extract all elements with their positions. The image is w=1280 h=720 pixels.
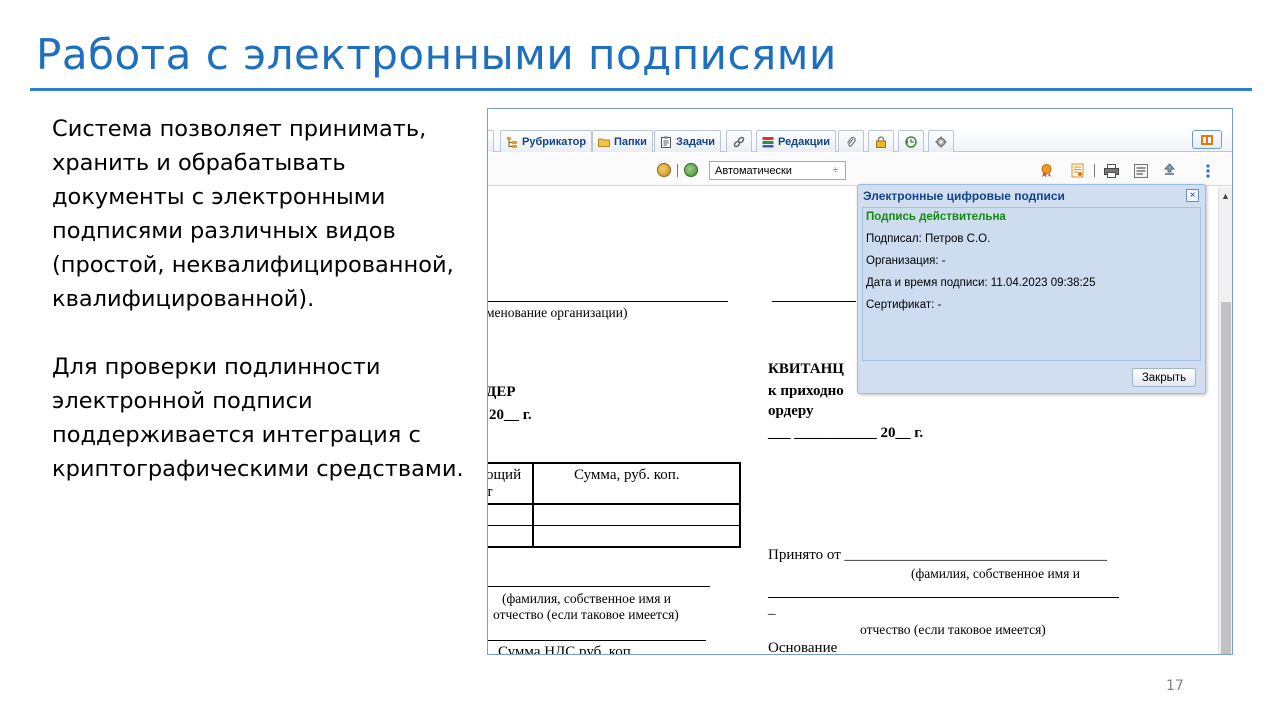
vat-line: Сумма НДС руб. коп. bbox=[498, 644, 635, 655]
body-line: (простой, неквалифицированной, bbox=[52, 252, 454, 278]
app-screenshot: Рубрикатор Папки Задачи Редакции Автомат… bbox=[487, 108, 1233, 655]
certificate: Сертификат: - bbox=[866, 299, 942, 311]
tree-icon bbox=[506, 136, 518, 148]
tab-attachments[interactable] bbox=[838, 130, 864, 152]
link-icon bbox=[733, 136, 745, 148]
receipt-title: КВИТАНЦ bbox=[768, 361, 844, 377]
signature-badge-icon[interactable] bbox=[1039, 163, 1054, 178]
tab-history[interactable] bbox=[898, 130, 924, 152]
zoom-value: Автоматически bbox=[715, 164, 792, 177]
tab-label: Рубрикатор bbox=[522, 135, 587, 148]
table-header: т bbox=[488, 484, 493, 501]
paperclip-icon bbox=[845, 136, 857, 148]
receipt-date: ___ ___________ 20__ г. bbox=[768, 425, 924, 441]
basis-label: Основание bbox=[768, 640, 838, 655]
vertical-scrollbar[interactable]: ▲ bbox=[1218, 187, 1232, 654]
slide-body: Система позволяет принимать, хранить и о… bbox=[52, 112, 482, 486]
layout-toggle-button[interactable] bbox=[1192, 130, 1222, 149]
signature-status: Подпись действительна bbox=[866, 211, 1006, 223]
folder-icon bbox=[598, 136, 610, 148]
scroll-up-icon[interactable]: ▲ bbox=[1221, 191, 1230, 201]
scrollbar-thumb[interactable] bbox=[1221, 302, 1231, 654]
underscore-mark: _ bbox=[768, 601, 776, 617]
received-caption: отчество (если таковое имеется) bbox=[860, 622, 1046, 637]
table-divider bbox=[488, 503, 739, 505]
underline bbox=[488, 301, 728, 302]
signer: Подписал: Петров С.О. bbox=[866, 233, 991, 245]
tab-access[interactable] bbox=[868, 130, 894, 152]
signature-panel: Электронные цифровые подписи × Подпись д… bbox=[857, 184, 1206, 394]
amount-table: ощий т Сумма, руб. коп. bbox=[488, 462, 741, 548]
tab-settings[interactable] bbox=[928, 130, 954, 152]
zoom-out-icon[interactable] bbox=[657, 163, 671, 177]
body-line: подписями различных видов bbox=[52, 218, 396, 244]
clipboard-icon bbox=[660, 136, 672, 148]
close-button[interactable]: Закрыть bbox=[1132, 368, 1196, 387]
underline bbox=[488, 640, 706, 641]
history-icon bbox=[905, 135, 917, 148]
tab-rubricator[interactable]: Рубрикатор bbox=[500, 130, 593, 152]
organization: Организация: - bbox=[866, 255, 946, 267]
tab-folders[interactable]: Папки bbox=[592, 130, 653, 152]
viewer-toolbar: Автоматически ÷ bbox=[488, 153, 1232, 186]
tab-partial[interactable] bbox=[488, 130, 494, 152]
tab-label: Папки bbox=[614, 135, 647, 148]
table-header: Сумма, руб. коп. bbox=[574, 467, 680, 483]
fio-caption: (фамилия, собственное имя и bbox=[502, 591, 672, 606]
tab-label: Задачи bbox=[676, 135, 715, 148]
text-layer-icon[interactable] bbox=[1133, 163, 1148, 178]
print-icon[interactable] bbox=[1104, 163, 1119, 178]
zoom-in-icon[interactable] bbox=[684, 163, 698, 177]
underline bbox=[768, 597, 1119, 598]
page-number: 17 bbox=[1166, 678, 1184, 694]
signature-datetime: Дата и время подписи: 11.04.2023 09:38:2… bbox=[866, 277, 1096, 289]
navigate-icon[interactable] bbox=[1162, 163, 1177, 178]
table-divider bbox=[532, 464, 534, 546]
certificate-icon[interactable] bbox=[1070, 163, 1085, 178]
title-rule bbox=[30, 88, 1252, 91]
signature-details: Подпись действительна Подписал: Петров С… bbox=[862, 207, 1201, 361]
body-line: квалифицированной). bbox=[52, 286, 315, 312]
toolbar-separator bbox=[677, 164, 678, 177]
org-caption: менование организации) bbox=[488, 305, 628, 320]
panel-title: Электронные цифровые подписи bbox=[863, 188, 1065, 203]
body-line: криптографическими средствами. bbox=[52, 456, 464, 482]
tab-tasks[interactable]: Задачи bbox=[654, 130, 721, 152]
table-divider bbox=[488, 525, 739, 526]
body-line: Для проверки подлинности bbox=[52, 354, 381, 380]
zoom-select[interactable]: Автоматически ÷ bbox=[709, 161, 846, 180]
body-line: документы с электронными bbox=[52, 184, 386, 210]
body-line: электронной подписи bbox=[52, 388, 313, 414]
tab-links[interactable] bbox=[726, 130, 752, 152]
split-view-icon bbox=[1201, 134, 1213, 145]
received-caption: (фамилия, собственное имя и bbox=[911, 566, 1081, 581]
order-title: ДЕР bbox=[488, 384, 516, 400]
close-icon[interactable]: × bbox=[1186, 189, 1199, 202]
gear-icon bbox=[935, 136, 947, 148]
receipt-subtitle: к приходно bbox=[768, 383, 844, 399]
more-options-icon[interactable] bbox=[1200, 163, 1215, 178]
body-line: поддерживается интеграция с bbox=[52, 422, 421, 448]
fio-caption: отчество (если таковое имеется) bbox=[493, 607, 679, 622]
received-from: Принято от _____________________________… bbox=[768, 547, 1108, 563]
receipt-subtitle: ордеру bbox=[768, 403, 814, 419]
editions-icon bbox=[762, 136, 774, 148]
tab-editions[interactable]: Редакции bbox=[756, 130, 837, 152]
lock-icon bbox=[875, 135, 887, 148]
slide-title: Работа с электронными подписями bbox=[36, 30, 837, 79]
body-line: хранить и обрабатывать bbox=[52, 150, 346, 176]
select-arrow-icon: ÷ bbox=[833, 165, 838, 175]
body-line: Система позволяет принимать, bbox=[52, 116, 427, 142]
underline bbox=[772, 301, 856, 302]
order-date: 20__ г. bbox=[489, 407, 532, 423]
tab-label: Редакции bbox=[778, 135, 831, 148]
table-header: ощий bbox=[488, 467, 522, 483]
toolbar-separator bbox=[1094, 164, 1095, 177]
main-toolbar: Рубрикатор Папки Задачи Редакции bbox=[488, 128, 1232, 152]
underline bbox=[488, 586, 710, 587]
